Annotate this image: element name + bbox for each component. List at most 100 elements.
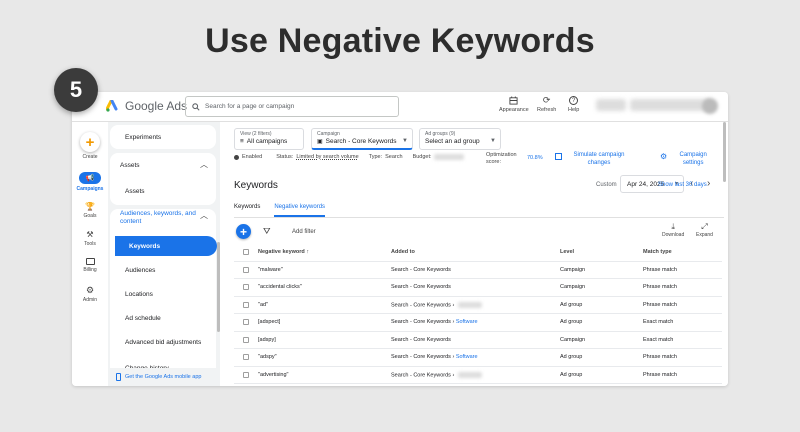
row-added-to[interactable]: Search - Core Keywords ›	[391, 301, 482, 308]
main-scrollbar[interactable]	[723, 122, 726, 182]
row-checkbox[interactable]	[243, 266, 249, 273]
rail-billing[interactable]: Billing	[72, 258, 108, 273]
search-input[interactable]: Search for a page or campaign	[185, 96, 399, 117]
sidebar-item-ad-schedule[interactable]: Ad schedule	[125, 315, 161, 322]
refresh-button[interactable]: ⟳ Refresh	[537, 96, 556, 114]
show-last-30-days[interactable]: Show last 30 days	[658, 182, 707, 188]
sidebar-card-assets: Assets ︿ Assets	[110, 153, 216, 205]
next-date-icon[interactable]: ›	[707, 178, 710, 189]
rail-tools[interactable]: ⚒ Tools	[72, 230, 108, 247]
tab-keywords[interactable]: Keywords	[234, 204, 260, 217]
select-all-checkbox[interactable]	[243, 249, 249, 256]
adgroup-redacted	[457, 301, 482, 308]
sidebar-item-assets[interactable]: Assets	[125, 188, 145, 195]
google-ads-logo[interactable]: Google Ads	[106, 99, 187, 113]
view-filter-dropdown[interactable]: View (2 filters) ≡ All campaigns	[234, 128, 304, 150]
row-added-campaign: Search - Core Keywords ›	[391, 301, 455, 308]
help-button[interactable]: ? Help	[568, 96, 579, 113]
table-row[interactable]: "accidental clicks" Search - Core Keyword…	[234, 279, 722, 297]
table-row[interactable]: "adspy" Search - Core Keywords › Software…	[234, 349, 722, 367]
row-added-campaign: Search - Core Keywords ›	[391, 319, 455, 326]
sidebar-section-audiences[interactable]: Audiences, keywords, and content	[120, 210, 204, 226]
tools-icon: ⚒	[86, 230, 94, 239]
row-keyword: [adspect]	[258, 319, 281, 326]
row-added-campaign: Search - Core Keywords ›	[391, 354, 455, 361]
row-added-to[interactable]: Search - Core Keywords	[391, 284, 451, 290]
row-match-type: Exact match	[643, 319, 674, 326]
campaigns-icon: 📢	[79, 172, 101, 184]
google-ads-logo-icon	[106, 100, 118, 112]
add-filter-button[interactable]: Add filter	[292, 229, 316, 235]
table-row[interactable]: [adspy] Search - Core Keywords Campaign Ex…	[234, 332, 722, 349]
row-checkbox[interactable]	[243, 301, 249, 308]
table-row[interactable]: "ad" Search - Core Keywords › Ad group Phr…	[234, 297, 722, 314]
mobile-app-link[interactable]: Get the Google Ads mobile app	[108, 368, 220, 386]
tab-negative-keywords[interactable]: Negative keywords	[274, 204, 326, 217]
row-checkbox[interactable]	[243, 371, 249, 378]
row-added-to[interactable]: Search - Core Keywords	[391, 337, 451, 343]
campaign-settings[interactable]: ⚙ Campaign settings	[660, 151, 715, 167]
chevron-up-icon[interactable]: ︿	[200, 210, 208, 221]
row-added-to[interactable]: Search - Core Keywords ›	[391, 371, 482, 378]
chart-icon	[555, 153, 562, 160]
sidebar-item-locations[interactable]: Locations	[125, 291, 153, 298]
nav-rail: + Create 📢 Campaigns 🏆 Goals ⚒ Tools Bil…	[72, 122, 108, 386]
rail-admin[interactable]: ⚙ Admin	[72, 286, 108, 304]
row-added-campaign: Search - Core Keywords ›	[391, 371, 455, 378]
add-negative-keyword-button[interactable]: +	[236, 224, 251, 239]
row-added-adgroup[interactable]: Software	[456, 319, 478, 325]
google-ads-window: Google Ads Search for a page or campaign…	[72, 92, 728, 386]
row-keyword: "accidental clicks"	[258, 284, 302, 291]
row-level: Campaign	[560, 336, 586, 343]
table-row[interactable]: "malware" Search - Core Keywords Campaign…	[234, 262, 722, 279]
row-checkbox[interactable]	[243, 284, 249, 291]
sidebar-item-advanced-bid[interactable]: Advanced bid adjustments	[125, 339, 201, 346]
sidebar-item-audiences[interactable]: Audiences	[125, 267, 155, 274]
row-checkbox[interactable]	[243, 319, 249, 326]
chevron-up-icon[interactable]: ︿	[200, 159, 208, 170]
appearance-button[interactable]: Appearance	[499, 96, 529, 113]
row-checkbox[interactable]	[243, 336, 249, 343]
main-content: View (2 filters) ≡ All campaigns Campaign…	[220, 122, 728, 386]
row-added-to[interactable]: Search - Core Keywords › Software	[391, 354, 478, 360]
header-match-type[interactable]: Match type	[643, 249, 672, 255]
row-keyword: "adspy"	[258, 354, 277, 361]
row-added-campaign: Search - Core Keywords	[391, 266, 451, 273]
row-added-to[interactable]: Search - Core Keywords	[391, 267, 451, 273]
sidebar-item-experiments[interactable]: Experiments	[125, 134, 161, 141]
simulate-campaign-changes[interactable]: Simulate campaign changes	[555, 151, 633, 167]
view-filter-value: All campaigns	[246, 138, 288, 145]
phone-icon	[116, 373, 121, 381]
rail-label: Goals	[83, 213, 97, 219]
rail-campaigns[interactable]: 📢 Campaigns	[72, 172, 108, 192]
rail-label: Tools	[84, 241, 96, 247]
header-added-to[interactable]: Added to	[391, 249, 415, 255]
header-negative-keyword[interactable]: Negative keyword ↑	[258, 249, 309, 255]
status-value[interactable]: Limited by search volume	[296, 154, 358, 160]
table-row[interactable]: [adspect] Search - Core Keywords › Softwa…	[234, 314, 722, 332]
row-checkbox[interactable]	[243, 354, 249, 361]
rail-create[interactable]: + Create	[72, 132, 108, 160]
optimization-score[interactable]: Optimization score:	[486, 152, 526, 166]
custom-label: Custom	[596, 182, 617, 188]
table-row[interactable]: "advertising" Search - Core Keywords › Ad…	[234, 367, 722, 384]
rail-label: Billing	[83, 267, 97, 273]
simulate-label: Simulate campaign changes	[573, 152, 625, 166]
row-added-adgroup[interactable]: Software	[456, 354, 478, 360]
enabled-dot-icon	[234, 154, 239, 160]
expand-button[interactable]: ⤢ Expand	[696, 223, 713, 239]
gear-icon: ⚙	[660, 152, 668, 161]
download-button[interactable]: ⤓ Download	[662, 223, 684, 239]
ad-group-dropdown[interactable]: Ad groups (9) Select an ad group ▼	[419, 128, 501, 150]
sidebar-section-assets[interactable]: Assets	[120, 162, 140, 169]
enabled-status: Enabled	[242, 154, 263, 160]
header-level[interactable]: Level	[560, 249, 574, 255]
campaign-dropdown[interactable]: Campaign ▣ Search - Core Keywords ▼	[311, 128, 413, 150]
row-added-to[interactable]: Search - Core Keywords › Software	[391, 319, 478, 325]
rail-goals[interactable]: 🏆 Goals	[72, 202, 108, 219]
type-value: Search	[385, 154, 403, 160]
row-level: Ad group	[560, 301, 583, 308]
filter-icon[interactable]: ⛛	[263, 226, 271, 237]
avatar[interactable]	[702, 98, 718, 114]
sidebar-item-keywords[interactable]: Keywords	[115, 236, 217, 256]
